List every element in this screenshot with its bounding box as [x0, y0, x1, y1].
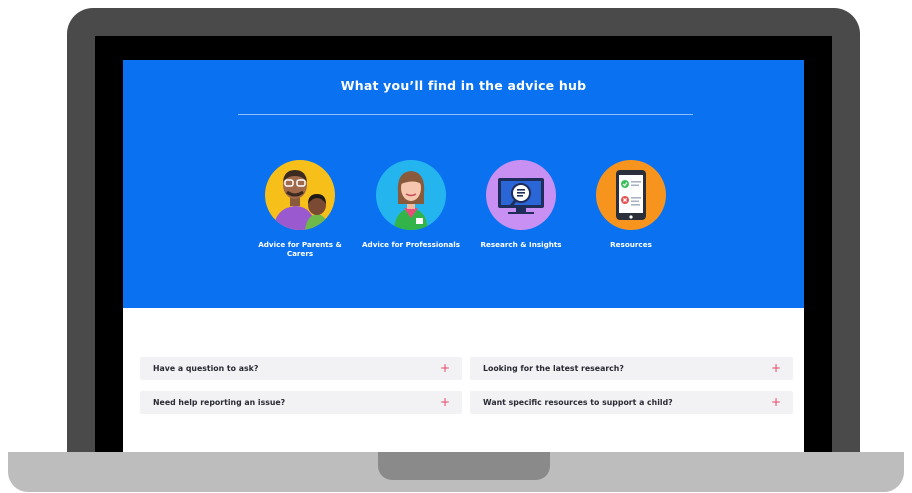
accordion-reporting-issue[interactable]: Need help reporting an issue? +: [140, 391, 462, 414]
accordion-have-a-question[interactable]: Have a question to ask? +: [140, 357, 462, 380]
advice-hub-hero: What you’ll find in the advice hub Advic…: [123, 60, 804, 308]
card-research-insights[interactable]: Research & Insights: [471, 160, 571, 250]
plus-icon[interactable]: +: [440, 391, 450, 413]
accordion-question: Have a question to ask?: [153, 364, 259, 373]
card-advice-parents-carers[interactable]: Advice for Parents & Carers: [250, 160, 350, 258]
professional-icon: [376, 160, 446, 230]
card-label: Advice for Professionals: [361, 240, 461, 249]
plus-icon[interactable]: +: [771, 357, 781, 379]
tablet-checklist-icon: [596, 160, 666, 230]
accordion-specific-resources[interactable]: Want specific resources to support a chi…: [470, 391, 793, 414]
card-label: Resources: [610, 240, 652, 249]
accordion-latest-research[interactable]: Looking for the latest research? +: [470, 357, 793, 380]
hero-title: What you’ll find in the advice hub: [340, 78, 587, 93]
plus-icon[interactable]: +: [440, 357, 450, 379]
website-screen: What you’ll find in the advice hub Advic…: [123, 60, 804, 456]
card-label: Advice for Parents & Carers: [258, 240, 342, 258]
card-resources[interactable]: Resources: [581, 160, 681, 250]
card-advice-professionals[interactable]: Advice for Professionals: [361, 160, 461, 250]
accordion-question: Looking for the latest research?: [483, 364, 624, 373]
laptop-notch: [378, 452, 550, 480]
hero-divider: [238, 114, 693, 115]
card-label: Research & Insights: [480, 240, 562, 249]
accordion-question: Want specific resources to support a chi…: [483, 398, 673, 407]
parent-child-icon: [265, 160, 335, 230]
plus-icon[interactable]: +: [771, 391, 781, 413]
research-monitor-icon: [486, 160, 556, 230]
accordion-question: Need help reporting an issue?: [153, 398, 286, 407]
